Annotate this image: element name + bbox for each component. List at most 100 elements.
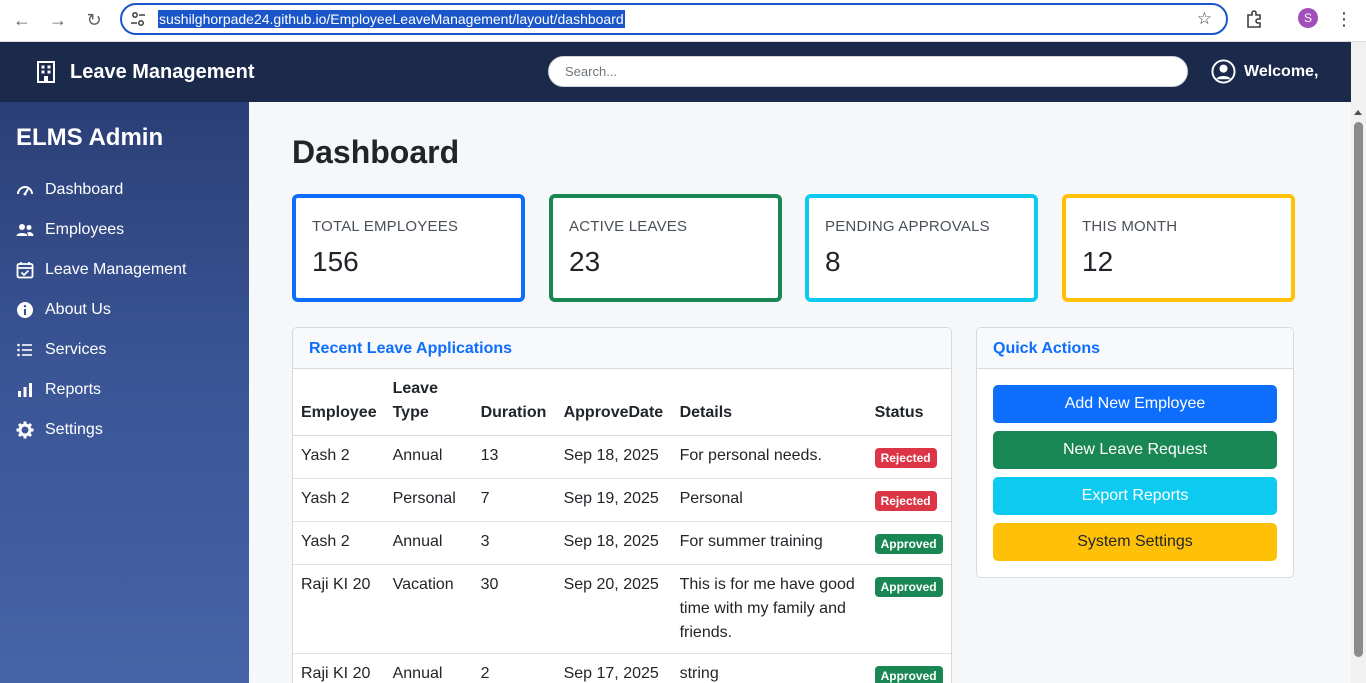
employee-cell: Yash 2 xyxy=(293,521,385,565)
users-icon xyxy=(16,224,34,236)
status-badge: Rejected xyxy=(874,448,937,468)
sidebar-item-label: Dashboard xyxy=(45,181,124,198)
stat-label: THIS MONTH xyxy=(1082,218,1178,235)
details-cell: string xyxy=(671,653,867,683)
user-circle-icon[interactable] xyxy=(1211,59,1236,84)
table-header-row: Employee Leave Type Duration ApproveDate… xyxy=(293,369,951,436)
status-badge: Approved xyxy=(874,666,943,683)
search-input[interactable] xyxy=(548,56,1188,87)
leave-type-cell: Annual xyxy=(384,653,473,683)
browser-menu-icon[interactable]: ⋮ xyxy=(1334,6,1354,32)
site-settings-icon[interactable] xyxy=(130,11,146,27)
recent-applications-card: Recent Leave Applications Employee Leave… xyxy=(292,327,952,683)
duration-cell: 30 xyxy=(472,564,556,654)
column-header: Employee xyxy=(293,369,385,436)
sidebar-item-label: Reports xyxy=(45,381,102,398)
stat-value: 156 xyxy=(312,246,359,277)
status-badge: Approved xyxy=(874,534,943,554)
leave-table: Employee Leave Type Duration ApproveDate… xyxy=(293,369,951,683)
url-text[interactable]: sushilghorpade24.github.io/EmployeeLeave… xyxy=(158,10,625,28)
details-cell: For personal needs. xyxy=(671,435,867,479)
sidebar-item-label: Services xyxy=(45,341,107,358)
employee-cell: Raji KI 20 xyxy=(293,653,385,683)
page-scrollbar[interactable] xyxy=(1351,42,1366,683)
approve-date-cell: Sep 18, 2025 xyxy=(555,521,672,565)
table-row: Yash 2 Annual 3 Sep 18, 2025 For summer … xyxy=(293,521,951,565)
sidebar-item-services[interactable]: Services xyxy=(16,338,106,362)
sidebar-item-about-us[interactable]: About Us xyxy=(16,298,111,322)
leave-type-cell: Annual xyxy=(384,435,473,479)
sidebar-item-dashboard[interactable]: Dashboard xyxy=(16,178,123,202)
stat-value: 8 xyxy=(825,246,841,277)
stat-value: 23 xyxy=(569,246,601,277)
sidebar-item-employees[interactable]: Employees xyxy=(16,218,124,242)
sidebar-item-settings[interactable]: Settings xyxy=(16,418,103,442)
duration-cell: 3 xyxy=(472,521,556,565)
employee-cell: Raji KI 20 xyxy=(293,564,385,654)
address-bar[interactable]: sushilghorpade24.github.io/EmployeeLeave… xyxy=(120,3,1228,35)
gear-icon xyxy=(16,421,34,439)
status-badge: Rejected xyxy=(874,491,937,511)
duration-cell: 13 xyxy=(472,435,556,479)
column-header: Status xyxy=(866,369,951,436)
extensions-puzzle-icon[interactable] xyxy=(1243,7,1267,31)
column-header: ApproveDate xyxy=(555,369,672,436)
table-row: Raji KI 20 Vacation 30 Sep 20, 2025 This… xyxy=(293,564,951,654)
status-cell: Approved xyxy=(866,653,951,683)
column-header: Leave Type xyxy=(384,369,473,436)
status-cell: Approved xyxy=(866,521,951,565)
employee-cell: Yash 2 xyxy=(293,478,385,522)
new-leave-request-button[interactable]: New Leave Request xyxy=(993,431,1277,469)
stat-card-active-leaves: ACTIVE LEAVES 23 xyxy=(549,194,782,302)
stat-value: 12 xyxy=(1082,246,1114,277)
leave-type-cell: Vacation xyxy=(384,564,473,654)
scroll-up-arrow-icon[interactable] xyxy=(1354,110,1362,115)
table-row: Yash 2 Personal 7 Sep 19, 2025 Personal … xyxy=(293,478,951,522)
card-title: Quick Actions xyxy=(977,328,1293,369)
forward-arrow-icon[interactable]: → xyxy=(44,6,72,34)
list-icon xyxy=(17,343,32,357)
scrollbar-thumb[interactable] xyxy=(1354,122,1363,657)
sidebar-item-leave-management[interactable]: Leave Management xyxy=(16,258,186,282)
reload-icon[interactable]: ↻ xyxy=(80,6,108,34)
quick-actions-card: Quick Actions Add New Employee New Leave… xyxy=(976,327,1294,578)
leave-type-cell: Annual xyxy=(384,521,473,565)
stat-label: TOTAL EMPLOYEES xyxy=(312,218,459,235)
duration-cell: 2 xyxy=(472,653,556,683)
leave-type-cell: Personal xyxy=(384,478,473,522)
app-brand[interactable]: Leave Management xyxy=(70,61,255,84)
browser-toolbar: ← → ↻ sushilghorpade24.github.io/Employe… xyxy=(0,0,1366,42)
details-cell: For summer training xyxy=(671,521,867,565)
status-cell: Approved xyxy=(866,564,951,654)
calendar-check-icon xyxy=(16,262,34,279)
add-new-employee-button[interactable]: Add New Employee xyxy=(993,385,1277,423)
column-header: Duration xyxy=(472,369,556,436)
stat-card-total-employees: TOTAL EMPLOYEES 156 xyxy=(292,194,525,302)
approve-date-cell: Sep 20, 2025 xyxy=(555,564,672,654)
stat-label: PENDING APPROVALS xyxy=(825,218,990,235)
back-arrow-icon[interactable]: ← xyxy=(8,6,36,34)
system-settings-button[interactable]: System Settings xyxy=(993,523,1277,561)
table-row: Raji KI 20 Annual 2 Sep 17, 2025 string … xyxy=(293,653,951,683)
app-header: Leave Management Welcome, xyxy=(0,42,1351,102)
welcome-text: Welcome, xyxy=(1244,63,1319,80)
duration-cell: 7 xyxy=(472,478,556,522)
column-header: Details xyxy=(671,369,867,436)
approve-date-cell: Sep 17, 2025 xyxy=(555,653,672,683)
card-title: Recent Leave Applications xyxy=(293,328,951,369)
bookmark-star-icon[interactable]: ☆ xyxy=(1197,9,1212,29)
sidebar-item-label: Employees xyxy=(45,221,125,238)
sidebar-item-label: Leave Management xyxy=(45,261,187,278)
sidebar-item-label: About Us xyxy=(45,301,111,318)
employee-cell: Yash 2 xyxy=(293,435,385,479)
export-reports-button[interactable]: Export Reports xyxy=(993,477,1277,515)
status-badge: Approved xyxy=(874,577,943,597)
sidebar-item-label: Settings xyxy=(45,421,103,438)
sidebar-item-reports[interactable]: Reports xyxy=(16,378,101,402)
sidebar: ELMS Admin Dashboard Employees Leave Man… xyxy=(0,102,249,683)
status-cell: Rejected xyxy=(866,478,951,522)
profile-avatar[interactable]: S xyxy=(1298,8,1318,28)
bar-chart-icon xyxy=(18,383,32,397)
approve-date-cell: Sep 19, 2025 xyxy=(555,478,672,522)
details-cell: Personal xyxy=(671,478,867,522)
